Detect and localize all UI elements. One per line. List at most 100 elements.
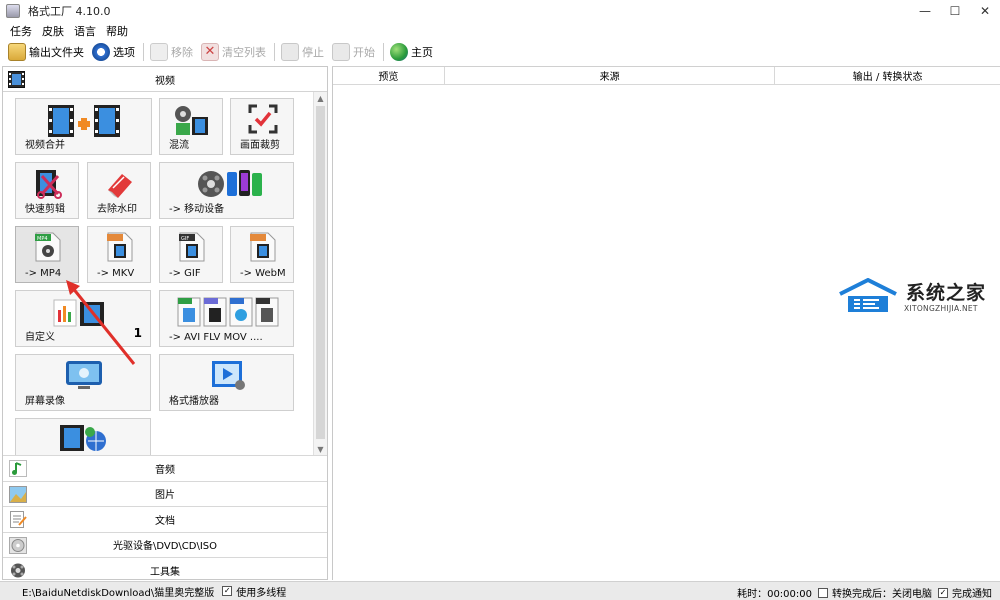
crop-icon: [248, 104, 278, 134]
category-optical-disc[interactable]: 光驱设备\DVD\CD\ISO: [3, 531, 327, 558]
after-convert-checkbox[interactable]: [818, 587, 828, 598]
film-globe-icon: [60, 425, 106, 451]
options-label: 选项: [113, 46, 135, 59]
category-video-header[interactable]: 视频: [3, 67, 327, 92]
category-tools[interactable]: 工具集: [3, 557, 327, 583]
eraser-icon: [108, 174, 132, 198]
elapsed-time: 耗时：00:00:00: [737, 589, 812, 600]
tile-mkv[interactable]: -> MKV: [87, 226, 151, 283]
notify-option[interactable]: ✓ 完成通知: [938, 585, 992, 600]
player-icon: [212, 361, 245, 390]
column-output-status[interactable]: 输出 / 转换状态: [775, 67, 1000, 84]
svg-text:MP4: MP4: [37, 236, 48, 242]
film-icon: [8, 71, 25, 88]
category-video-label: 视频: [155, 75, 175, 87]
remove-label: 移除: [171, 46, 193, 59]
tile-label: 自定义: [25, 332, 55, 343]
scroll-down-arrow-icon[interactable]: ▼: [314, 443, 327, 455]
tile-multi-format[interactable]: -> AVI FLV MOV ....: [159, 290, 294, 347]
home-label: 主页: [411, 46, 433, 59]
column-source[interactable]: 来源: [445, 67, 776, 84]
output-folder-label: 输出文件夹: [29, 46, 84, 59]
stop-button[interactable]: 停止: [281, 43, 324, 61]
menu-skin[interactable]: 皮肤: [42, 23, 64, 39]
quick-clip-icon: [36, 170, 62, 199]
output-path: E:\BaiduNetdiskDownload\猫里奥完整版: [22, 587, 215, 599]
tile-mux[interactable]: 混流: [159, 98, 223, 155]
tile-label: -> MP4: [25, 268, 62, 279]
task-count-badge: 1: [133, 326, 142, 340]
menu-bar: 任务 皮肤 语言 帮助: [0, 22, 1000, 40]
close-button[interactable]: ✕: [970, 0, 1000, 22]
remove-button[interactable]: 移除: [150, 43, 193, 61]
clear-list-button[interactable]: ✕ 清空列表: [201, 43, 266, 61]
toolbar: 输出文件夹 选项 移除 ✕ 清空列表 停止 开始 主页: [0, 40, 1000, 64]
tile-screen-record[interactable]: 屏幕录像: [15, 354, 151, 411]
tile-video-download[interactable]: [15, 418, 151, 455]
category-picture[interactable]: 图片: [3, 480, 327, 507]
tile-label: 屏幕录像: [25, 396, 65, 407]
mobile-device-icon: [198, 170, 262, 197]
home-button[interactable]: 主页: [390, 43, 433, 61]
status-bar: E:\BaiduNetdiskDownload\猫里奥完整版 ✓ 使用多线程 耗…: [0, 581, 1000, 600]
start-icon: [332, 43, 350, 61]
task-list[interactable]: 预览 来源 输出 / 转换状态: [332, 66, 1000, 580]
multithread-checkbox[interactable]: ✓: [222, 586, 233, 596]
task-list-header: 预览 来源 输出 / 转换状态: [333, 67, 1000, 85]
video-tools-area: 视频合并 混流 画面裁剪 快速剪辑 去除水印 -> 移动设备 MP4 -> MP…: [3, 92, 327, 455]
tile-crop[interactable]: 画面裁剪: [230, 98, 294, 155]
title-bar: 格式工厂 4.10.0 — ☐ ✕: [0, 0, 1000, 22]
tile-label: -> 移动设备: [169, 204, 225, 215]
tile-webm[interactable]: -> WebM: [230, 226, 294, 283]
scroll-up-arrow-icon[interactable]: ▲: [314, 92, 327, 104]
start-button[interactable]: 开始: [332, 43, 375, 61]
output-folder-button[interactable]: 输出文件夹: [8, 43, 84, 61]
screen-record-icon: [66, 361, 102, 389]
tools-icon: [11, 563, 25, 578]
window-title: 格式工厂 4.10.0: [28, 5, 111, 18]
options-button[interactable]: 选项: [92, 43, 135, 61]
menu-task[interactable]: 任务: [10, 23, 32, 39]
watermark-subtitle: XITONGZHIJIA.NET: [904, 304, 978, 313]
category-picture-label: 图片: [155, 490, 175, 502]
stop-label: 停止: [302, 46, 324, 59]
tile-video-merge[interactable]: 视频合并: [15, 98, 152, 155]
multithread-label: 使用多线程: [236, 587, 287, 599]
multithread-toggle[interactable]: ✓ 使用多线程: [222, 584, 286, 599]
gif-file-icon: GIF: [179, 232, 205, 262]
menu-help[interactable]: 帮助: [106, 23, 128, 39]
globe-icon: [390, 43, 408, 61]
category-document-label: 文档: [155, 515, 175, 527]
house-logo-icon: [839, 278, 897, 312]
clear-list-label: 清空列表: [222, 46, 266, 59]
tile-label: 格式播放器: [169, 396, 219, 407]
category-tools-label: 工具集: [150, 566, 180, 578]
tile-mp4[interactable]: MP4 -> MP4: [15, 226, 79, 283]
category-document[interactable]: 文档: [3, 506, 327, 532]
maximize-button[interactable]: ☐: [940, 0, 970, 22]
multi-format-icon: [177, 297, 279, 327]
tile-custom[interactable]: 自定义 1: [15, 290, 151, 347]
svg-text:GIF: GIF: [181, 236, 189, 242]
tile-label: 去除水印: [97, 204, 137, 215]
tile-quick-clip[interactable]: 快速剪辑: [15, 162, 79, 219]
minimize-button[interactable]: —: [910, 0, 940, 22]
category-audio-label: 音频: [155, 464, 175, 476]
tile-mobile-device[interactable]: -> 移动设备: [159, 162, 294, 219]
music-note-icon: [9, 460, 27, 477]
notify-checkbox[interactable]: ✓: [938, 587, 948, 598]
tile-gif[interactable]: GIF -> GIF: [159, 226, 223, 283]
after-convert-option[interactable]: 转换完成后：关闭电脑: [818, 585, 932, 600]
start-label: 开始: [353, 46, 375, 59]
category-audio[interactable]: 音频: [3, 455, 327, 481]
notify-label: 完成通知: [952, 589, 992, 600]
remove-icon: [150, 43, 168, 61]
window-controls: — ☐ ✕: [910, 0, 1000, 22]
menu-language[interactable]: 语言: [74, 23, 96, 39]
column-preview[interactable]: 预览: [333, 67, 445, 84]
scroll-thumb[interactable]: [316, 106, 325, 439]
tile-player[interactable]: 格式播放器: [159, 354, 294, 411]
tile-remove-watermark[interactable]: 去除水印: [87, 162, 151, 219]
video-scrollbar[interactable]: ▲ ▼: [313, 92, 327, 455]
film-merge-icon: [48, 105, 120, 137]
